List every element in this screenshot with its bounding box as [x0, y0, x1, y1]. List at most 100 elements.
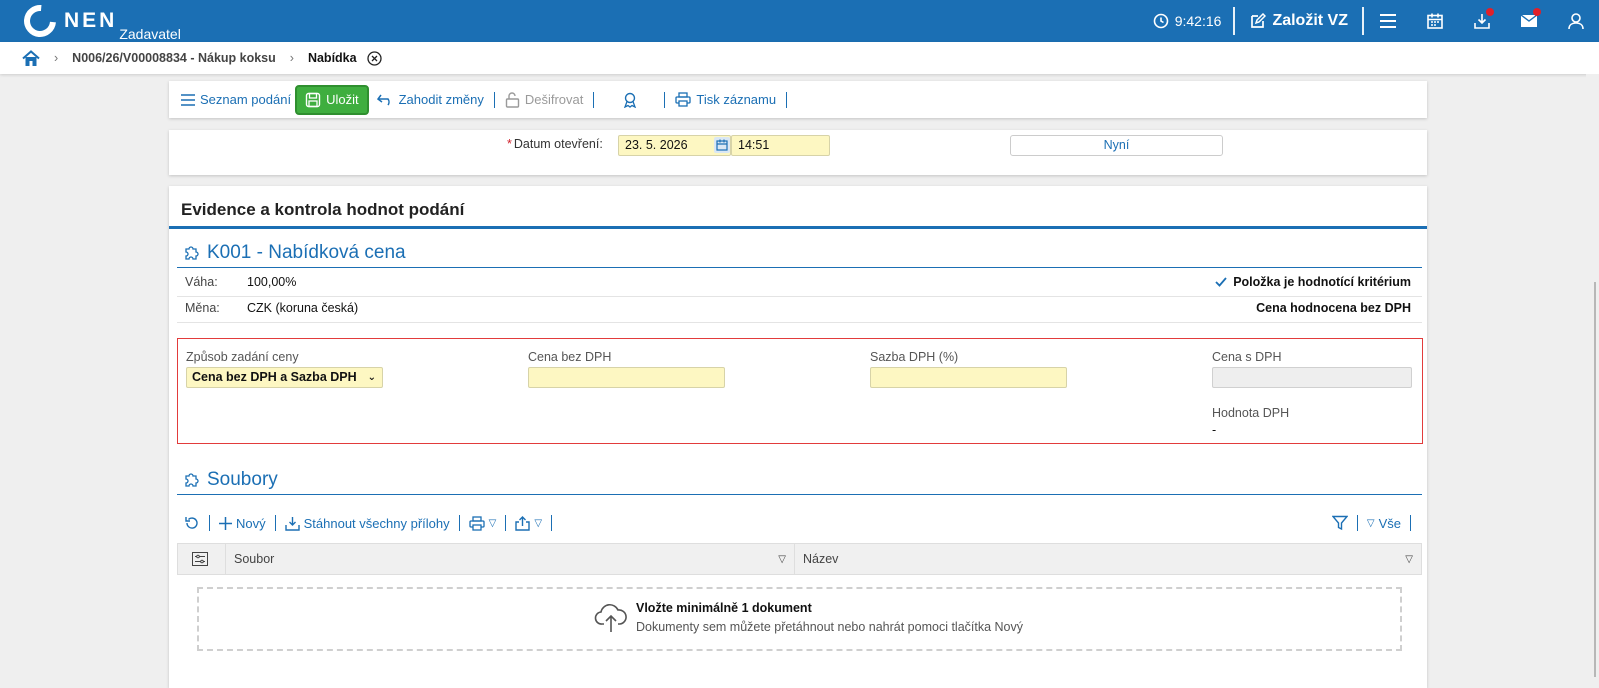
breadcrumb-item-current: Nabídka — [307, 51, 357, 65]
top-right-tools: 9:42:16 Založit VZ — [1141, 0, 1599, 42]
opening-date-label: * Datum otevření: — [507, 137, 603, 151]
download-icon — [284, 516, 300, 531]
puzzle-icon — [185, 246, 199, 260]
files-heading: Soubory — [183, 469, 278, 491]
scrollbar[interactable] — [1586, 74, 1599, 688]
create-tender-label: Založit VZ — [1272, 12, 1348, 29]
clock-icon — [1153, 13, 1169, 29]
files-toolbar: Nový Stáhnout všechny přílohy ▽ ▽ — [181, 511, 558, 535]
calendar-button[interactable] — [1411, 0, 1458, 42]
logo-ring-icon — [17, 0, 63, 44]
divider — [505, 515, 507, 531]
printer-icon — [675, 92, 692, 107]
section-divider — [177, 267, 1422, 268]
new-file-label: Nový — [236, 515, 266, 531]
unlock-icon — [505, 91, 520, 108]
calendar-picker-icon[interactable] — [714, 137, 730, 153]
chevron-right-icon: › — [289, 51, 294, 65]
price-with-vat-label: Cena s DPH — [1212, 350, 1282, 364]
print-menu-button[interactable]: ▽ — [466, 515, 500, 531]
dropzone-message: Vložte minimálně 1 dokument Dokumenty se… — [594, 601, 1023, 634]
export-menu-button[interactable]: ▽ — [512, 515, 545, 531]
list-submissions-button[interactable]: Seznam podání — [177, 85, 295, 115]
print-record-label: Tisk záznamu — [696, 92, 777, 107]
files-grid-header: Soubor ▽ Název ▽ — [177, 543, 1422, 575]
save-label: Uložit — [326, 92, 359, 107]
divider — [593, 91, 595, 108]
rosette-icon — [624, 92, 637, 108]
price-fields-box: Způsob zadání ceny Cena bez DPH a Sazba … — [177, 338, 1423, 444]
currency-label: Měna: — [185, 301, 220, 315]
undo-icon — [376, 94, 390, 106]
discard-changes-button[interactable]: Zahodit změny — [373, 85, 488, 115]
clock-time: 9:42:16 — [1174, 13, 1222, 29]
chevron-down-icon: ⌄ — [367, 372, 376, 383]
vat-rate-input[interactable] — [870, 367, 1067, 388]
decrypt-label: Dešifrovat — [524, 92, 584, 107]
print-record-button[interactable]: Tisk záznamu — [671, 85, 780, 115]
vat-amount-label: Hodnota DPH — [1212, 406, 1290, 420]
price-mode-select[interactable]: Cena bez DPH a Sazba DPH ⌄ — [186, 367, 383, 388]
breadcrumb-item-tender[interactable]: N006/26/V00008834 - Nákup koksu — [72, 51, 276, 65]
divider — [786, 91, 788, 108]
filter-button[interactable] — [1329, 515, 1351, 531]
discard-changes-label: Zahodit změny — [398, 92, 484, 107]
menu-button[interactable] — [1364, 0, 1411, 42]
home-icon[interactable] — [22, 49, 40, 67]
scrollbar-thumb[interactable] — [1594, 282, 1596, 677]
decrypt-button[interactable]: Dešifrovat — [501, 85, 588, 115]
criterion-heading: K001 - Nabídková cena — [183, 242, 406, 264]
now-button[interactable]: Nyní — [1010, 135, 1223, 156]
filter-all-dropdown[interactable]: ▽ Vše — [1364, 516, 1404, 531]
action-toolbar: Seznam podání Uložit Zahodit změny Dešif… — [169, 81, 1427, 118]
price-no-vat-input[interactable] — [528, 367, 725, 388]
price-with-vat-field — [1212, 367, 1412, 388]
user-icon — [1567, 13, 1584, 30]
plus-icon — [219, 516, 232, 530]
refresh-icon — [185, 517, 198, 529]
user-button[interactable] — [1552, 0, 1599, 42]
price-mode-note: Cena hodnocena bez DPH — [1256, 301, 1411, 315]
column-header-file[interactable]: Soubor ▽ — [226, 544, 795, 574]
save-button[interactable]: Uložit — [295, 84, 369, 115]
currency-value: CZK (koruna česká) — [247, 301, 359, 315]
save-icon — [305, 92, 321, 107]
price-mode-label: Způsob zadání ceny — [186, 350, 299, 364]
messages-button[interactable] — [1505, 0, 1552, 42]
top-bar: NEN Zadavatel 9:42:16 Založit VZ — [0, 0, 1599, 44]
column-settings-button[interactable] — [178, 544, 226, 574]
logo-subtitle: Zadavatel — [119, 26, 181, 42]
chevron-right-icon: › — [54, 51, 59, 65]
list-icon — [181, 93, 195, 106]
caret-down-icon: ▽ — [534, 517, 543, 529]
sort-caret-icon: ▽ — [778, 553, 786, 565]
notification-dot — [1486, 8, 1494, 16]
opening-time-input[interactable]: 14:51 — [731, 135, 830, 156]
nen-logo[interactable]: NEN Zadavatel — [17, 0, 181, 44]
file-dropzone[interactable]: Vložte minimálně 1 dokument Dokumenty se… — [197, 587, 1402, 651]
caret-down-icon: ▽ — [488, 517, 497, 529]
page-title: Evidence a kontrola hodnot podání — [181, 200, 465, 219]
caret-down-icon: ▽ — [1366, 517, 1375, 529]
download-all-button[interactable]: Stáhnout všechny přílohy — [282, 516, 453, 531]
divider — [209, 515, 210, 531]
vat-amount-value: - — [1212, 423, 1217, 437]
divider — [664, 91, 666, 108]
downloads-button[interactable] — [1458, 0, 1505, 42]
divider — [551, 515, 553, 531]
new-file-button[interactable]: Nový — [216, 516, 269, 531]
dropzone-title: Vložte minimálně 1 dokument — [636, 601, 812, 615]
title-underline — [169, 226, 1427, 229]
refresh-button[interactable] — [181, 515, 203, 531]
column-header-name[interactable]: Název ▽ — [795, 544, 1421, 574]
cloud-upload-icon — [594, 604, 627, 632]
criterion-title: K001 - Nabídková cena — [207, 242, 406, 263]
notification-dot — [1533, 8, 1541, 16]
close-tab-icon[interactable] — [366, 50, 382, 66]
section-divider — [177, 494, 1422, 495]
divider — [274, 515, 276, 531]
create-tender-button[interactable]: Založit VZ — [1235, 12, 1362, 30]
weight-label: Váha: — [185, 275, 218, 289]
opening-date-panel: * Datum otevření: 23. 5. 2026 14:51 Nyní — [169, 130, 1427, 175]
award-button[interactable] — [618, 85, 642, 115]
